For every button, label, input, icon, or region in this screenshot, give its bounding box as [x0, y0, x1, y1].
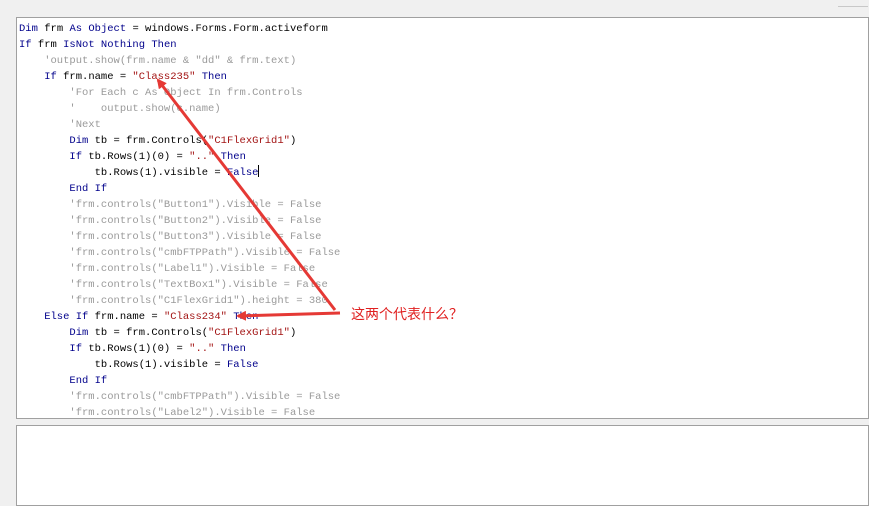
code-token: frm.name =: [94, 311, 164, 323]
code-token: Then: [226, 311, 259, 323]
code-token: 'frm.controls("Button2").Visible = False: [19, 215, 322, 227]
code-token: Else If: [19, 311, 95, 323]
code-token: End If: [19, 183, 108, 195]
code-line: 'frm.controls("Label1").Visible = False: [19, 261, 340, 277]
code-token: Then: [214, 343, 246, 355]
output-panel[interactable]: [16, 425, 869, 506]
code-token: ' output.show(c.name): [19, 103, 221, 115]
code-token: 'Next: [19, 119, 101, 131]
code-token: 'frm.controls("Label2").Visible = False: [19, 407, 316, 419]
code-token: Dim: [19, 135, 95, 147]
code-line: 'output.show(frm.name & "dd" & frm.text): [19, 53, 340, 69]
code-token: "Class234": [163, 311, 227, 323]
code-token: End If: [19, 375, 108, 387]
code-token: tb.Rows(1)(0) =: [88, 343, 190, 355]
code-line: If frm.name = "Class235" Then: [19, 69, 340, 85]
code-line: If tb.Rows(1)(0) = ".." Then: [19, 149, 340, 165]
code-token: tb.Rows(1).visible =: [19, 167, 227, 179]
code-token: frm: [37, 39, 64, 51]
code-line: ' output.show(c.name): [19, 101, 340, 117]
code-token: tb.Rows(1)(0) =: [88, 151, 190, 163]
code-token: 'frm.controls("cmbFTPPath").Visible = Fa…: [19, 391, 341, 403]
code-line: 'frm.controls("Label2").Visible = False: [19, 405, 340, 419]
code-line: 'frm.controls("Button3").Visible = False: [19, 229, 340, 245]
code-line: tb.Rows(1).visible = False: [19, 165, 340, 181]
code-token: frm.name =: [63, 71, 133, 83]
code-token: 'frm.controls("Button1").Visible = False: [19, 199, 322, 211]
code-editor-window: Dim frm As Object = windows.Forms.Form.a…: [0, 0, 869, 506]
code-token: tb = frm.Controls(: [94, 135, 209, 147]
code-line: tb.Rows(1).visible = False: [19, 357, 340, 373]
code-line: 'frm.controls("TextBox1").Visible = Fals…: [19, 277, 340, 293]
code-token: tb = frm.Controls(: [94, 327, 209, 339]
code-token: 'frm.controls("TextBox1").Visible = Fals…: [19, 279, 328, 291]
code-token: Then: [214, 151, 246, 163]
code-token: If: [19, 343, 89, 355]
code-token: ): [289, 327, 297, 339]
code-line: 'frm.controls("cmbFTPPath").Visible = Fa…: [19, 245, 340, 261]
text-cursor: [258, 165, 260, 177]
code-token: 'frm.controls("Button3").Visible = False: [19, 231, 322, 243]
code-token: False: [226, 167, 259, 179]
code-token: 'For Each c As Object In frm.Controls: [19, 87, 303, 99]
code-token: Dim: [19, 327, 95, 339]
code-line: Else If frm.name = "Class234" Then: [19, 309, 340, 325]
code-text-area[interactable]: Dim frm As Object = windows.Forms.Form.a…: [19, 21, 340, 419]
top-strip: [0, 0, 869, 17]
code-token: False: [226, 359, 259, 371]
code-token: Dim: [19, 23, 45, 35]
code-line: 'frm.controls("C1FlexGrid1").height = 38…: [19, 293, 340, 309]
code-line: End If: [19, 373, 340, 389]
code-line: 'frm.controls("cmbFTPPath").Visible = Fa…: [19, 389, 340, 405]
code-token: "Class235": [132, 71, 196, 83]
code-token: "C1FlexGrid1": [208, 135, 290, 147]
code-token: Then: [195, 71, 227, 83]
code-line: Dim tb = frm.Controls("C1FlexGrid1"): [19, 133, 340, 149]
code-token: If: [19, 39, 38, 51]
code-line: 'frm.controls("Button2").Visible = False: [19, 213, 340, 229]
code-token: "C1FlexGrid1": [208, 327, 290, 339]
code-line: If frm IsNot Nothing Then: [19, 37, 340, 53]
code-token: ): [289, 135, 297, 147]
code-line: If tb.Rows(1)(0) = ".." Then: [19, 341, 340, 357]
code-line: 'frm.controls("Button1").Visible = False: [19, 197, 340, 213]
code-token: 'output.show(frm.name & "dd" & frm.text): [19, 55, 297, 67]
code-token: IsNot Nothing Then: [63, 39, 177, 51]
code-token: = windows.Forms.Form.activeform: [126, 23, 328, 35]
code-token: 'frm.controls("C1FlexGrid1").height = 38…: [19, 295, 328, 307]
annotation-question: 这两个代表什么？: [351, 307, 463, 323]
code-line: 'For Each c As Object In frm.Controls: [19, 85, 340, 101]
code-token: If: [19, 151, 89, 163]
top-divider-line: [838, 6, 868, 7]
code-line: 'Next: [19, 117, 340, 133]
code-token: tb.Rows(1).visible =: [19, 359, 227, 371]
code-token: "..": [189, 151, 215, 163]
code-token: "..": [189, 343, 215, 355]
code-token: 'frm.controls("cmbFTPPath").Visible = Fa…: [19, 247, 341, 259]
code-line: End If: [19, 181, 340, 197]
code-token: 'frm.controls("Label1").Visible = False: [19, 263, 316, 275]
code-token: frm: [44, 23, 70, 35]
code-token: If: [19, 71, 64, 83]
code-token: As Object: [69, 23, 127, 35]
code-editor[interactable]: Dim frm As Object = windows.Forms.Form.a…: [16, 17, 869, 419]
code-line: Dim frm As Object = windows.Forms.Form.a…: [19, 21, 340, 37]
code-line: Dim tb = frm.Controls("C1FlexGrid1"): [19, 325, 340, 341]
